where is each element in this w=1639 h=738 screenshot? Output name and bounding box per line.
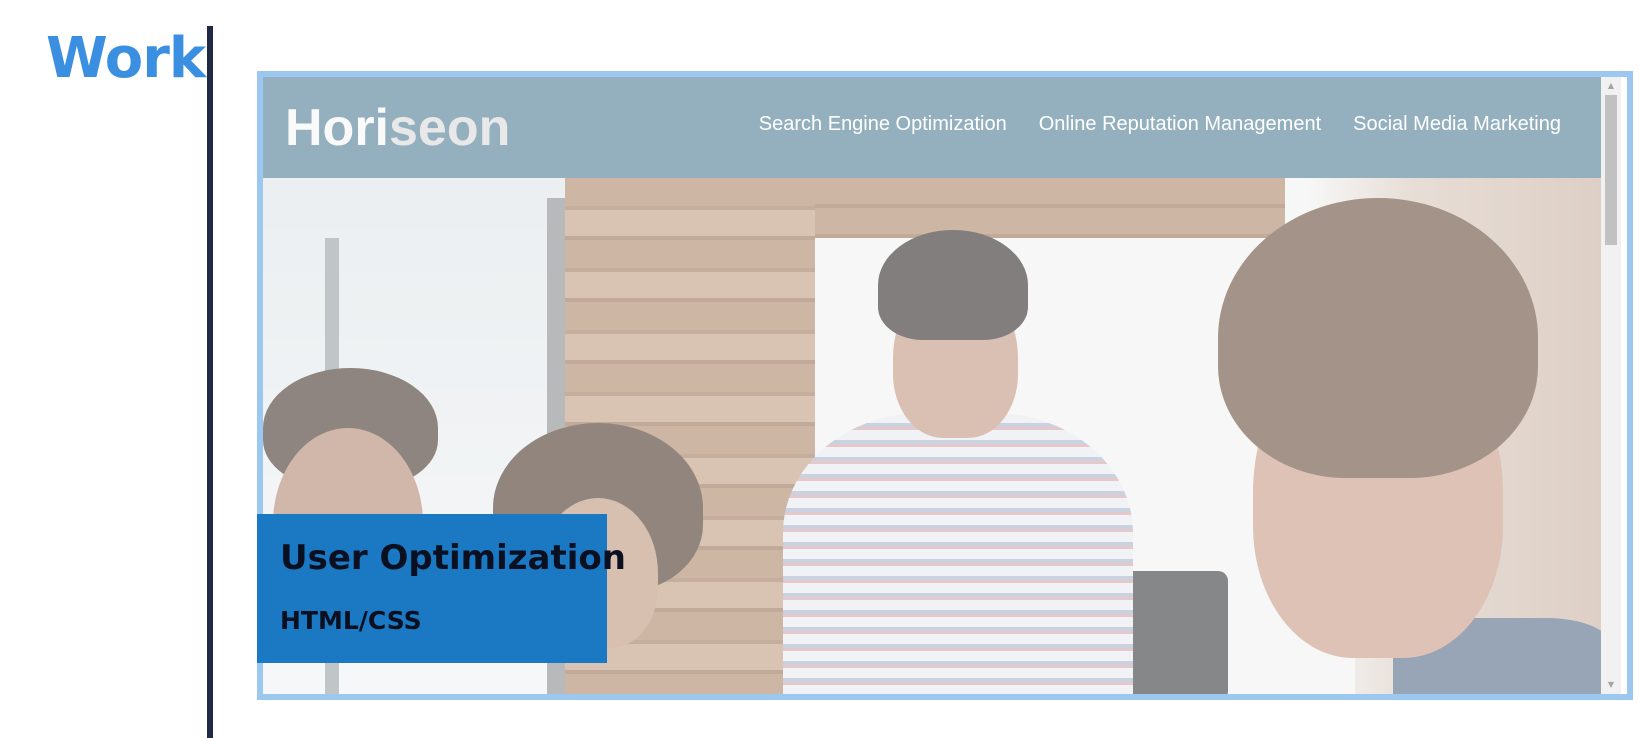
- project-title: User Optimization: [280, 538, 626, 578]
- preview-nav-item-seo[interactable]: Search Engine Optimization: [759, 113, 1007, 136]
- project-caption[interactable]: User Optimization HTML/CSS: [257, 514, 626, 663]
- preview-scrollbar[interactable]: ▲ ▼: [1601, 77, 1621, 694]
- preview-logo-suffix: seon: [389, 99, 511, 157]
- scroll-up-arrow-icon[interactable]: ▲: [1601, 79, 1621, 93]
- preview-nav: Search Engine Optimization Online Reputa…: [759, 113, 1561, 136]
- preview-nav-item-social[interactable]: Social Media Marketing: [1353, 113, 1561, 136]
- project-tech: HTML/CSS: [280, 606, 422, 635]
- preview-header: Horiseon Search Engine Optimization Onli…: [263, 77, 1601, 178]
- scroll-thumb[interactable]: [1605, 95, 1617, 245]
- scroll-down-arrow-icon[interactable]: ▼: [1601, 678, 1621, 692]
- preview-logo-prefix: Hori: [285, 99, 389, 157]
- preview-nav-item-reputation[interactable]: Online Reputation Management: [1039, 113, 1321, 136]
- preview-logo[interactable]: Horiseon: [285, 97, 510, 159]
- section-title: Work: [46, 26, 206, 91]
- section-divider: [207, 26, 213, 738]
